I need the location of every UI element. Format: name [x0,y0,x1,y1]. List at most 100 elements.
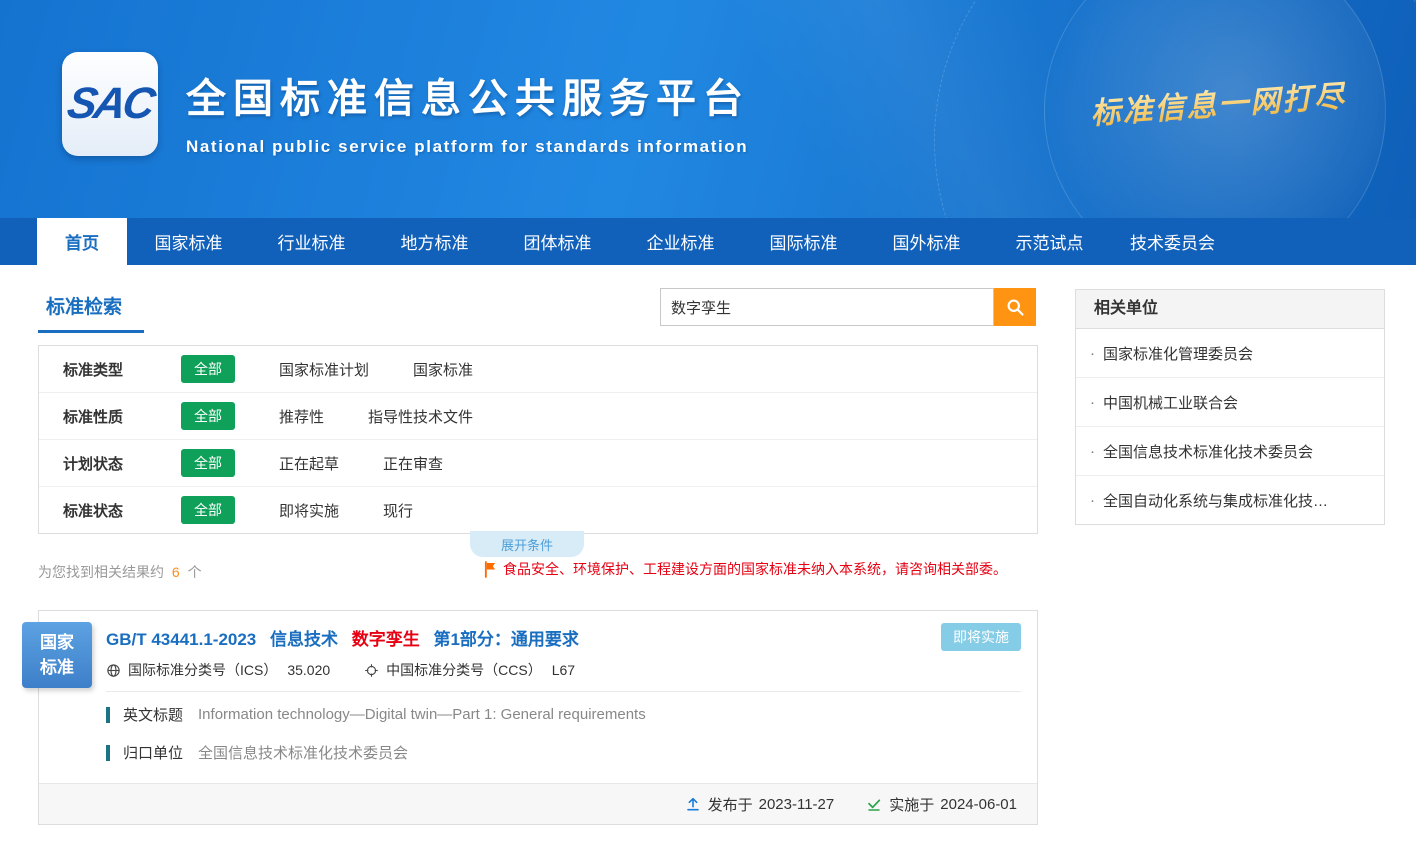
globe-icon [106,663,121,678]
implement-item: 实施于 2024-06-01 [866,794,1017,815]
filter-label: 标准状态 [63,500,145,521]
filter-option[interactable]: 即将实施 [279,500,339,521]
related-unit-link[interactable]: · 全国信息技术标准化技术委员会 [1076,427,1384,476]
related-unit-label: 国家标准化管理委员会 [1103,343,1253,364]
standard-type-badge: 国家 标准 [22,622,92,688]
filter-row-plan-status: 计划状态 全部 正在起草 正在审查 [39,440,1037,487]
nav-item-foreign-standard[interactable]: 国外标准 [865,218,988,265]
result-count-prefix: 为您找到相关结果约 [38,564,164,580]
banner: SAC 全国标准信息公共服务平台 National public service… [0,0,1416,218]
main-nav: 首页 国家标准 行业标准 地方标准 团体标准 企业标准 国际标准 国外标准 示范… [0,218,1416,265]
dept-row: 归口单位 全国信息技术标准化技术委员会 [106,742,408,763]
filter-row-standard-status: 标准状态 全部 即将实施 现行 [39,487,1037,533]
ics-value: 35.020 [287,662,330,678]
page: SAC 全国标准信息公共服务平台 National public service… [0,0,1416,845]
english-title-row: 英文标题 Information technology—Digital twin… [106,704,646,725]
bullet: · [1090,394,1095,411]
nav-item-local-standard[interactable]: 地方标准 [373,218,496,265]
accent-bar [106,707,110,723]
title-block: 全国标准信息公共服务平台 National public service pla… [186,66,750,157]
publish-icon [685,796,701,812]
filter-label: 标准性质 [63,406,145,427]
title-highlight: 数字孪生 [352,630,420,649]
nav-item-technical-committee[interactable]: 技术委员会 [1111,218,1234,265]
filter-option[interactable]: 推荐性 [279,406,324,427]
bullet: · [1090,443,1095,460]
related-unit-label: 全国信息技术标准化技术委员会 [1103,441,1313,462]
result-count-suffix: 个 [188,564,202,580]
publish-item: 发布于 2023-11-27 [685,794,835,815]
related-unit-link[interactable]: · 全国自动化系统与集成标准化技… [1076,476,1384,524]
filter-option[interactable]: 正在起草 [279,453,339,474]
related-unit-link[interactable]: · 国家标准化管理委员会 [1076,329,1384,378]
crosshair-icon [364,663,379,678]
nav-item-home[interactable]: 首页 [37,218,127,265]
implement-check-icon [866,796,882,812]
expand-conditions-button[interactable]: 展开条件 [470,531,584,557]
related-unit-link[interactable]: · 中国机械工业联合会 [1076,378,1384,427]
search-box [660,288,1036,326]
filter-label: 计划状态 [63,453,145,474]
sac-logo: SAC [62,52,158,156]
standard-code: GB/T 43441.1-2023 [106,630,256,649]
dept-label: 归口单位 [123,742,183,763]
status-badge: 即将实施 [941,623,1021,651]
bullet: · [1090,345,1095,362]
nav-item-international-standard[interactable]: 国际标准 [742,218,865,265]
filter-option[interactable]: 指导性技术文件 [368,406,473,427]
nav-item-industry-standard[interactable]: 行业标准 [250,218,373,265]
english-title-label: 英文标题 [123,704,183,725]
filter-row-type: 标准类型 全部 国家标准计划 国家标准 [39,346,1037,393]
sac-logo-text: SAC [64,79,157,129]
filter-all-button[interactable]: 全部 [181,355,235,383]
result-count-line: 为您找到相关结果约 6 个 [38,562,202,582]
nav-item-group-standard[interactable]: 团体标准 [496,218,619,265]
card-footer: 发布于 2023-11-27 实施于 2024-06-01 [39,783,1037,824]
result-count: 6 [172,564,180,580]
ccs-value: L67 [552,662,575,678]
badge-line2: 标准 [40,655,74,681]
english-title-value: Information technology—Digital twin—Part… [198,706,646,723]
dept-value: 全国信息技术标准化技术委员会 [198,742,408,763]
nav-item-pilot[interactable]: 示范试点 [988,218,1111,265]
standard-title-link[interactable]: GB/T 43441.1-2023 信息技术 数字孪生 第1部分：通用要求 [106,625,579,650]
result-card: 国家 标准 GB/T 43441.1-2023 信息技术 数字孪生 第1部分：通… [38,610,1038,825]
related-unit-label: 全国自动化系统与集成标准化技… [1103,490,1328,511]
filter-all-button[interactable]: 全部 [181,402,235,430]
search-button[interactable] [994,288,1036,326]
search-icon [1005,297,1025,317]
search-input[interactable] [660,288,994,326]
implement-label: 实施于 [889,794,934,815]
related-unit-label: 中国机械工业联合会 [1103,392,1238,413]
publish-date: 2023-11-27 [759,796,835,813]
filter-box: 标准类型 全部 国家标准计划 国家标准 标准性质 全部 推荐性 指导性技术文件 … [38,345,1038,534]
title-segment: 信息技术 [270,630,338,649]
implement-date: 2024-06-01 [940,796,1017,813]
filter-option[interactable]: 国家标准计划 [279,359,369,380]
filter-option[interactable]: 国家标准 [413,359,473,380]
bullet: · [1090,492,1095,509]
filter-all-button[interactable]: 全部 [181,449,235,477]
card-separator [106,691,1021,692]
filter-label: 标准类型 [63,359,145,380]
filter-all-button[interactable]: 全部 [181,496,235,524]
nav-item-enterprise-standard[interactable]: 企业标准 [619,218,742,265]
nav-item-national-standard[interactable]: 国家标准 [127,218,250,265]
badge-line1: 国家 [40,630,74,656]
related-units-panel: 相关单位 · 国家标准化管理委员会 · 中国机械工业联合会 · 全国信息技术标准… [1075,289,1385,525]
ics-label: 国际标准分类号（ICS） [128,660,277,680]
filter-option[interactable]: 正在审查 [383,453,443,474]
site-title: 全国标准信息公共服务平台 [186,66,750,124]
filter-option[interactable]: 现行 [383,500,413,521]
title-segment: 第1部分：通用要求 [433,630,578,649]
classification-row: 国际标准分类号（ICS） 35.020 中国标准分类号（CCS） L67 [106,660,575,680]
notice-line: 食品安全、环境保护、工程建设方面的国家标准未纳入本系统，请咨询相关部委。 [484,559,1007,579]
ccs-label: 中国标准分类号（CCS） [386,660,542,680]
related-units-title: 相关单位 [1076,290,1384,329]
filter-row-nature: 标准性质 全部 推荐性 指导性技术文件 [39,393,1037,440]
notice-text: 食品安全、环境保护、工程建设方面的国家标准未纳入本系统，请咨询相关部委。 [503,559,1007,579]
flag-icon [484,561,497,578]
publish-label: 发布于 [708,794,753,815]
site-subtitle: National public service platform for sta… [186,137,750,157]
tab-standard-search[interactable]: 标准检索 [38,292,144,333]
